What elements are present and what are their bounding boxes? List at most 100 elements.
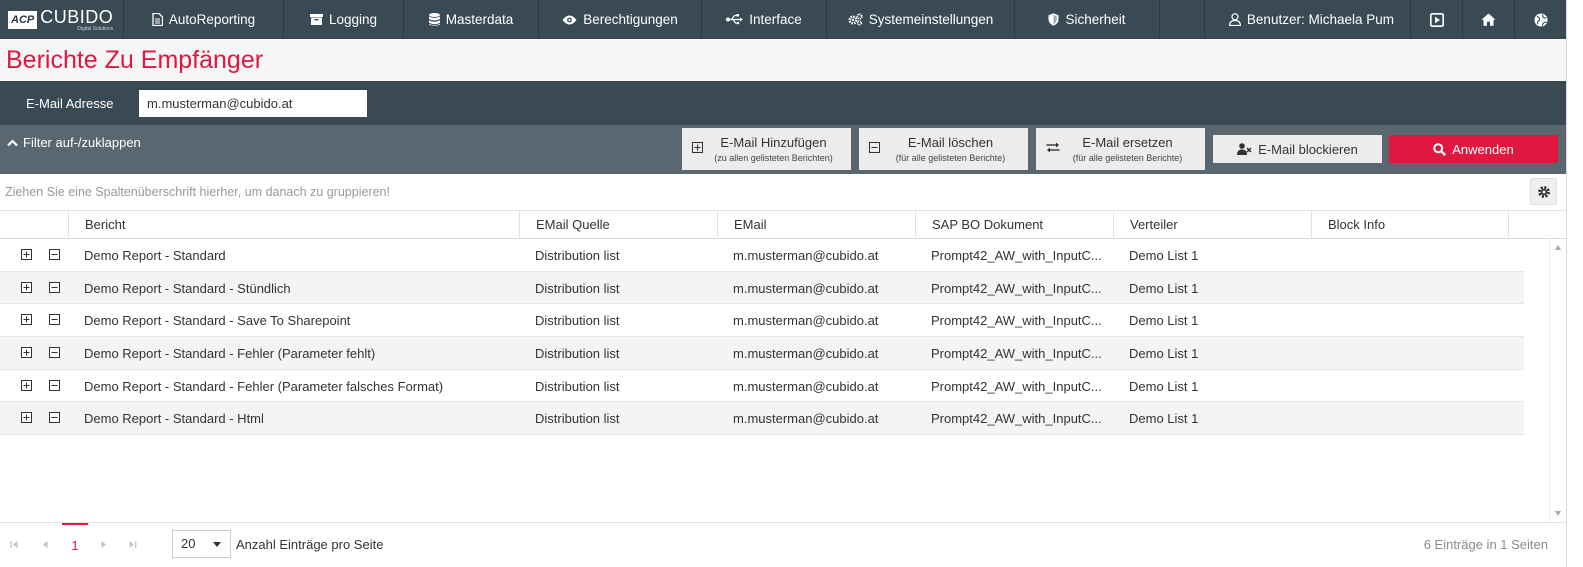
block-email-button[interactable]: E-Mail blockieren: [1213, 135, 1382, 163]
add-email-button[interactable]: E-Mail Hinzufügen (zu allen gelisteten B…: [682, 128, 851, 170]
nav-item-label: Masterdata: [445, 12, 514, 27]
remove-row-button[interactable]: [49, 379, 60, 391]
column-header-email[interactable]: EMail: [717, 211, 915, 239]
nav-item-masterdata[interactable]: Masterdata: [404, 0, 539, 39]
cell-report: Demo Report - Standard - Html: [84, 411, 264, 427]
plus-square-icon: [692, 142, 703, 153]
table-row: Demo Report - Standard Distribution list…: [0, 239, 1524, 272]
table-row: Demo Report - Standard - Stündlich Distr…: [0, 271, 1524, 305]
replace-email-button[interactable]: E-Mail ersetzen (für alle gelisteten Ber…: [1036, 128, 1205, 170]
cell-report: Demo Report - Standard - Fehler (Paramet…: [84, 346, 376, 362]
group-drop-area[interactable]: Ziehen Sie eine Spaltenüberschrift hierh…: [0, 174, 1566, 211]
user-block-icon: [1237, 143, 1252, 155]
play-square-icon: [1429, 12, 1444, 27]
page-number-current[interactable]: 1: [62, 523, 88, 567]
column-header-email-source[interactable]: EMail Quelle: [519, 211, 717, 239]
play-button[interactable]: [1410, 0, 1462, 39]
add-row-button[interactable]: [21, 347, 32, 359]
cell-sap-document: Prompt42_AW_with_InputC...: [931, 313, 1102, 329]
window-edge: [1566, 0, 1567, 567]
pager: 1 20 Anzahl Einträge pro Seite 6 Einträg…: [0, 522, 1566, 567]
minus-square-icon: [49, 249, 60, 260]
delete-email-button[interactable]: E-Mail löschen (für alle gelisteten Beri…: [859, 128, 1028, 170]
user-menu[interactable]: Benutzer: Michaela Pum: [1203, 0, 1410, 39]
cell-sap-document: Prompt42_AW_with_InputC...: [931, 280, 1102, 296]
cell-email-source: Distribution list: [535, 411, 620, 427]
add-row-button[interactable]: [21, 281, 32, 293]
cell-email: m.musterman@cubido.at: [733, 248, 879, 263]
first-page-icon[interactable]: [10, 540, 19, 552]
apply-button[interactable]: Anwenden: [1389, 135, 1558, 163]
filter-actions-bar: Filter auf-/zuklappen E-Mail Hinzufügen …: [0, 125, 1566, 174]
archive-icon: [309, 14, 323, 25]
email-label: E-Mail Adresse: [26, 96, 114, 111]
next-page-icon[interactable]: [99, 540, 108, 552]
previous-page-icon[interactable]: [41, 540, 50, 552]
usb-icon: [726, 14, 744, 25]
add-row-button[interactable]: [21, 314, 32, 326]
cell-sap-document: Prompt42_AW_with_InputC...: [931, 411, 1102, 427]
nav-item-label: AutoReporting: [168, 12, 256, 27]
grid-settings-button[interactable]: [1530, 178, 1557, 205]
delete-email-sublabel: (für alle gelisteten Berichte): [895, 152, 1006, 163]
brand-logo[interactable]: ACP CUBIDO Digital Solutions: [0, 0, 124, 39]
last-page-icon[interactable]: [128, 540, 137, 552]
add-row-button[interactable]: [21, 379, 32, 391]
column-header-distributor[interactable]: Verteiler: [1113, 211, 1311, 239]
cell-email: m.musterman@cubido.at: [733, 313, 879, 329]
cell-sap-document: Prompt42_AW_with_InputC...: [931, 346, 1102, 362]
nav-item-systemeinstellungen[interactable]: Systemeinstellungen: [827, 0, 1015, 39]
scroll-up-arrow-icon[interactable]: [1555, 245, 1561, 250]
nav-item-label: Interface: [749, 12, 802, 27]
user-name: Benutzer: Michaela Pum: [1246, 12, 1394, 27]
cell-email: m.musterman@cubido.at: [733, 346, 879, 362]
nav-item-logging[interactable]: Logging: [284, 0, 404, 39]
language-button[interactable]: [1514, 0, 1566, 39]
add-row-button[interactable]: [21, 412, 32, 424]
remove-row-button[interactable]: [49, 281, 60, 293]
cell-report: Demo Report - Standard: [84, 248, 226, 263]
vertical-scrollbar[interactable]: [1549, 239, 1566, 522]
filter-toggle-label: Filter auf-/zuklappen: [23, 135, 141, 150]
page-header: Berichte Zu Empfänger: [0, 39, 1566, 81]
column-header-sap-document[interactable]: SAP BO Dokument: [915, 211, 1113, 239]
add-email-sublabel: (zu allen gelisteten Berichten): [714, 152, 833, 163]
cell-block-info: [1311, 370, 1509, 402]
delete-email-label: E-Mail löschen: [907, 134, 994, 150]
nav-item-sicherheit[interactable]: Sicherheit: [1015, 0, 1160, 39]
table-row: Demo Report - Standard - Html Distributi…: [0, 402, 1524, 436]
cell-email-source: Distribution list: [535, 378, 620, 394]
cell-report: Demo Report - Standard - Fehler (Paramet…: [84, 378, 444, 394]
brand-name: CUBIDO: [40, 6, 114, 27]
nav-item-berechtigungen[interactable]: Berechtigungen: [539, 0, 702, 39]
plus-square-icon: [21, 412, 32, 424]
filter-toggle[interactable]: Filter auf-/zuklappen: [7, 135, 141, 150]
plus-square-icon: [21, 281, 32, 293]
email-input[interactable]: [139, 90, 367, 117]
cell-distributor: Demo List 1: [1129, 378, 1199, 394]
page-size-select[interactable]: 20: [172, 530, 231, 558]
column-header-report[interactable]: Bericht: [68, 211, 519, 239]
cell-block-info: [1311, 304, 1509, 336]
remove-row-button[interactable]: [49, 249, 60, 260]
cell-distributor: Demo List 1: [1129, 313, 1199, 329]
cogs-icon: [848, 13, 863, 26]
cell-report: Demo Report - Standard - Save To Sharepo…: [84, 313, 351, 329]
column-header-block-info[interactable]: Block Info: [1311, 211, 1509, 239]
add-row-button[interactable]: [21, 249, 32, 260]
nav-item-autoreporting[interactable]: AutoReporting: [124, 0, 284, 39]
remove-row-button[interactable]: [49, 347, 60, 359]
remove-row-button[interactable]: [49, 412, 60, 424]
remove-row-button[interactable]: [49, 314, 60, 326]
cell-distributor: Demo List 1: [1129, 248, 1199, 263]
home-button[interactable]: [1462, 0, 1514, 39]
table-row: Demo Report - Standard - Save To Sharepo…: [0, 304, 1524, 338]
shield-icon: [1048, 13, 1059, 26]
scroll-down-arrow-icon[interactable]: [1555, 511, 1561, 516]
minus-square-icon: [49, 281, 60, 293]
apply-label: Anwenden: [1452, 141, 1514, 157]
nav-item-interface[interactable]: Interface: [702, 0, 827, 39]
replace-email-label: E-Mail ersetzen: [1082, 134, 1173, 150]
cell-block-info: [1311, 337, 1509, 369]
grid-header: Bericht EMail Quelle EMail SAP BO Dokume…: [0, 211, 1566, 239]
